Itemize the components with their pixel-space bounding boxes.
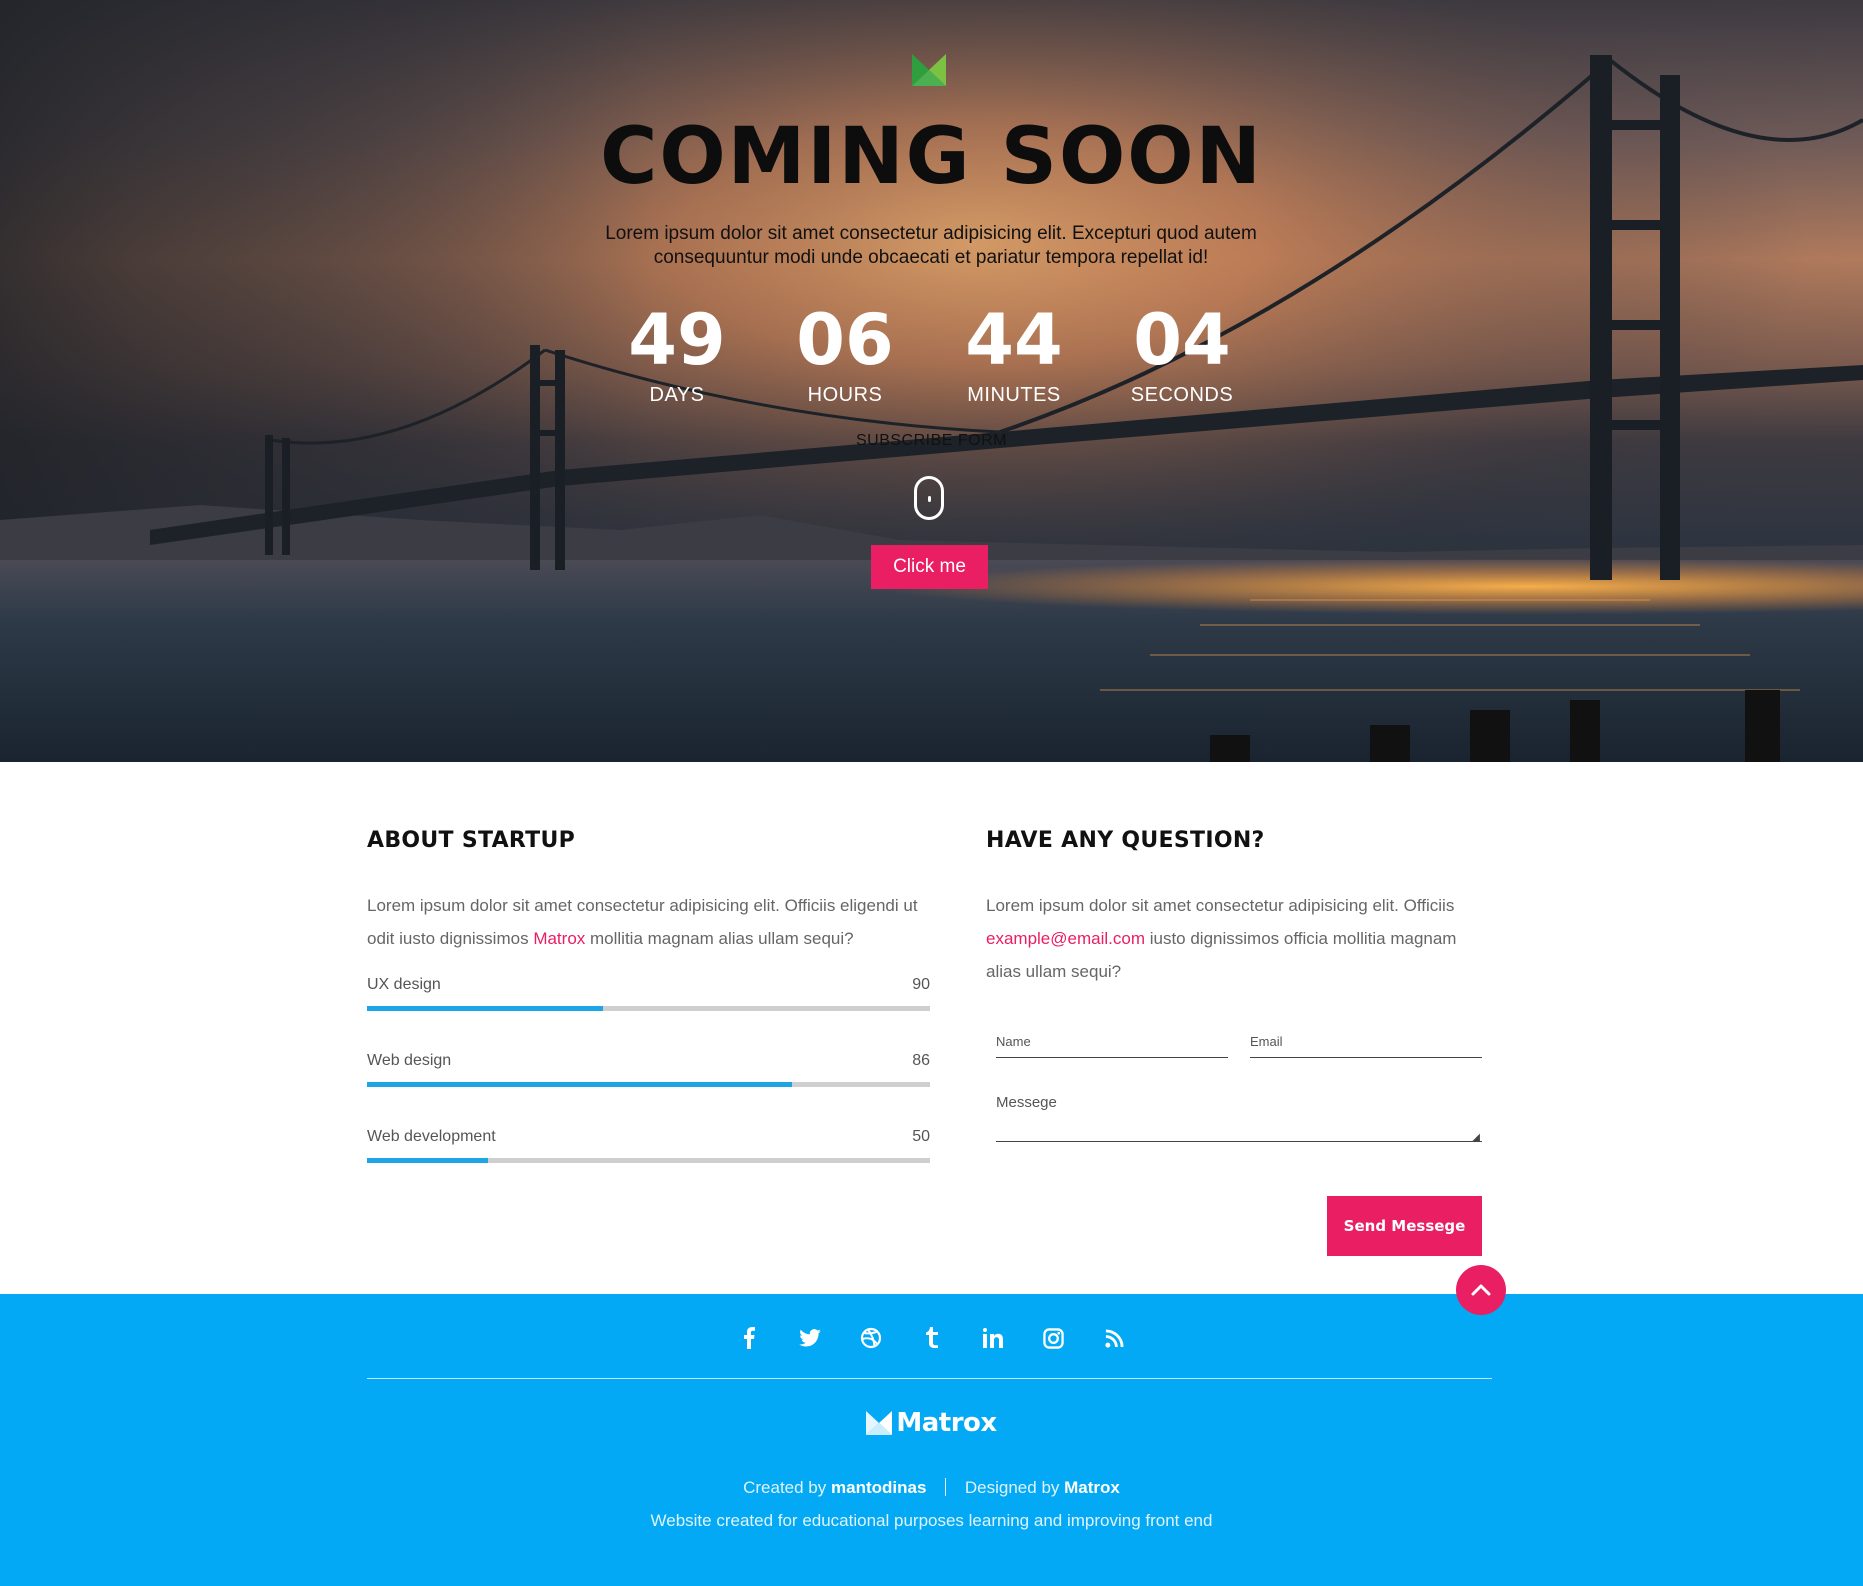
tumblr-icon[interactable] [901,1322,962,1354]
twitter-icon[interactable] [779,1322,840,1354]
chevron-up-icon [1471,1284,1491,1296]
info-section: ABOUT STARTUP Lorem ipsum dolor sit amet… [0,762,1863,1294]
footer-tagline: Website created for educational purposes… [650,1511,1213,1530]
skill-progress-fill [367,1006,604,1011]
countdown-days-value: 49 [628,299,726,381]
countdown-hours-value: 06 [796,299,894,381]
facebook-icon[interactable] [718,1322,779,1354]
credits-separator [945,1478,947,1496]
skill-progress-track [367,1006,930,1011]
countdown-days: 49 DAYS [602,300,752,407]
countdown-hours-label: HOURS [807,384,883,406]
skills-list: UX design 90 Web design 86 Web developme… [367,976,930,1163]
footer: Matrox Created by mantodinas Designed by… [0,1294,1863,1586]
footer-credits: Created by mantodinas Designed by Matrox [743,1478,1120,1497]
brand-name: Matrox [896,1408,997,1438]
question-text: Lorem ipsum dolor sit amet consectetur a… [986,896,1457,981]
linkedin-icon[interactable] [962,1322,1023,1354]
contact-form: ◢ Send Messege [996,1028,1482,1256]
name-field[interactable] [996,1028,1228,1058]
subscribe-form-label: SUBSCRIBE FORM [855,432,1007,449]
matrox-logo-icon [912,54,946,86]
countdown-minutes-value: 44 [965,299,1063,381]
back-to-top-button[interactable] [1456,1265,1506,1315]
skill-progress-fill [367,1082,792,1087]
question-column: HAVE ANY QUESTION? Lorem ipsum dolor sit… [986,828,1486,1256]
about-startup-column: ABOUT STARTUP Lorem ipsum dolor sit amet… [367,828,930,1204]
designer-link[interactable]: Matrox [1064,1478,1120,1497]
footer-divider [367,1378,1492,1379]
countdown-days-label: DAYS [649,384,705,406]
skill-name: Web design [367,1052,452,1069]
matrox-logo-icon [866,1411,893,1435]
about-startup-title: ABOUT STARTUP [367,828,576,853]
countdown-seconds-label: SECONDS [1130,384,1234,406]
countdown-seconds-value: 04 [1133,299,1231,381]
dribbble-icon[interactable] [840,1322,901,1354]
countdown-minutes: 44 MINUTES [939,300,1089,407]
about-startup-text: Lorem ipsum dolor sit amet consectetur a… [367,896,918,948]
skill-progress-fill [367,1158,489,1163]
hero-description: Lorem ipsum dolor sit amet consectetur a… [605,223,1257,268]
skill-name: Web development [367,1128,496,1145]
rss-icon[interactable] [1084,1322,1145,1354]
skill-name: UX design [367,976,441,993]
email-link[interactable]: example@email.com [986,929,1145,948]
click-me-button[interactable]: Click me [871,545,988,589]
skill-value: 90 [912,976,930,993]
instagram-icon[interactable] [1023,1322,1084,1354]
skill-progress-track [367,1158,930,1163]
send-message-button[interactable]: Send Messege [1327,1196,1482,1256]
email-field[interactable] [1250,1028,1482,1058]
countdown-hours: 06 HOURS [770,300,920,407]
skill-value: 50 [912,1128,930,1145]
message-field[interactable] [996,1088,1482,1142]
skill-web-development: Web development 50 [367,1128,930,1163]
resize-handle-icon[interactable]: ◢ [1472,1132,1480,1143]
footer-logo[interactable]: Matrox [0,1408,1863,1438]
question-title: HAVE ANY QUESTION? [986,828,1265,853]
countdown-minutes-label: MINUTES [967,384,1061,406]
scroll-mouse-icon[interactable] [914,476,944,520]
hero-section: COMING SOON Lorem ipsum dolor sit amet c… [0,0,1863,762]
skill-ux-design: UX design 90 [367,976,930,1011]
countdown-seconds: 04 SECONDS [1107,300,1257,407]
author-link[interactable]: mantodinas [831,1478,926,1497]
skill-web-design: Web design 86 [367,1052,930,1087]
social-links [0,1322,1863,1354]
page-title: COMING SOON [600,112,1263,202]
skill-progress-track [367,1082,930,1087]
skill-value: 86 [912,1052,930,1069]
matrox-link[interactable]: Matrox [533,929,585,948]
